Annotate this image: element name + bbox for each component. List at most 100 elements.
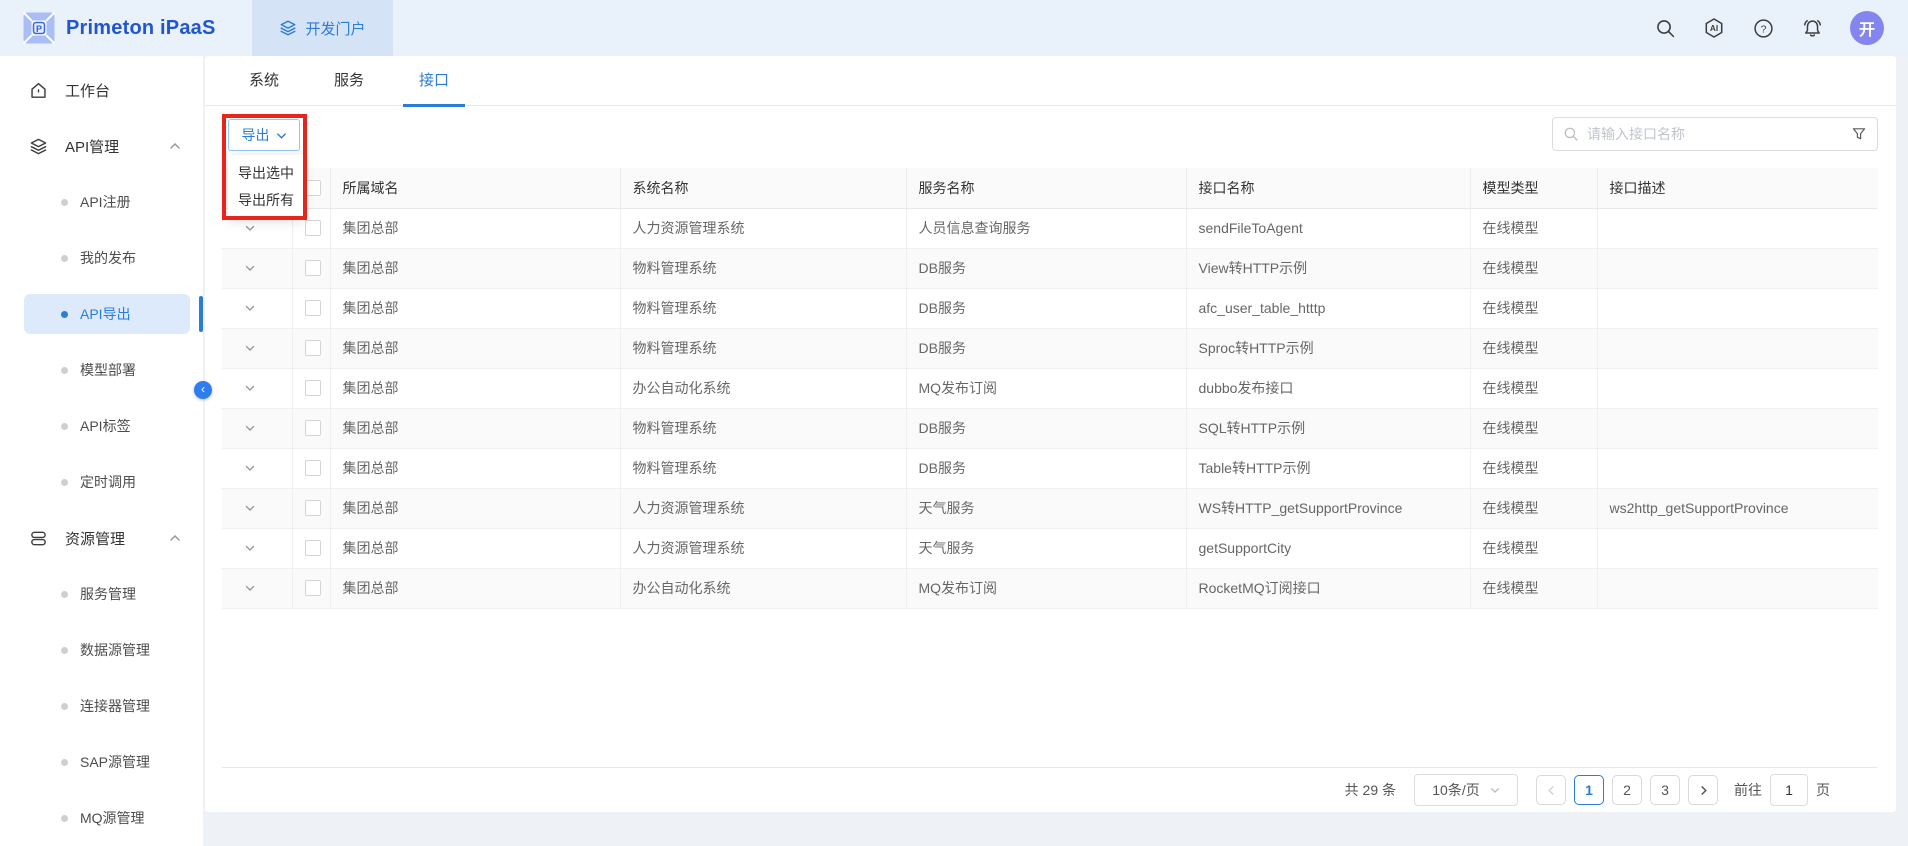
svg-text:AI: AI — [1710, 24, 1718, 33]
bullet-icon — [61, 311, 68, 318]
brand: P Primeton iPaaS — [22, 11, 216, 45]
search-icon[interactable] — [1654, 17, 1676, 39]
sidebar-item-scheduled-call[interactable]: 定时调用 — [0, 454, 203, 510]
cell-model-type: 在线模型 — [1470, 288, 1597, 328]
sidebar-item-resource-management[interactable]: 资源管理 — [0, 510, 203, 566]
row-expand-chevron-icon[interactable] — [244, 582, 292, 594]
cell-description — [1597, 408, 1878, 448]
sidebar-item-connector-management[interactable]: 连接器管理 — [0, 678, 203, 734]
table-row: 集团总部 物料管理系统 DB服务 View转HTTP示例 在线模型 — [222, 248, 1878, 288]
row-checkbox[interactable] — [305, 420, 321, 436]
ai-assistant-icon[interactable]: AI — [1703, 17, 1725, 39]
row-expand-chevron-icon[interactable] — [244, 542, 292, 554]
sidebar-item-label: 定时调用 — [80, 472, 136, 492]
interface-name-search-input[interactable] — [1587, 126, 1843, 142]
bullet-icon — [61, 591, 68, 598]
menu-item-export-all[interactable]: 导出所有 — [228, 187, 304, 214]
sidebar-item-label: API管理 — [65, 136, 119, 157]
cell-system: 办公自动化系统 — [620, 368, 906, 408]
sidebar-item-model-deploy[interactable]: 模型部署 — [0, 342, 203, 398]
page-size-select[interactable]: 10条/页 — [1414, 774, 1518, 806]
export-button[interactable]: 导出 — [228, 119, 300, 151]
sidebar-item-api-register[interactable]: API注册 — [0, 174, 203, 230]
brand-name: Primeton iPaaS — [66, 17, 216, 40]
page-button-3[interactable]: 3 — [1650, 775, 1680, 805]
help-icon[interactable]: ? — [1752, 17, 1774, 39]
tab-interface[interactable]: 接口 — [415, 56, 453, 106]
tab-service[interactable]: 服务 — [330, 56, 368, 106]
cell-system: 人力资源管理系统 — [620, 488, 906, 528]
cell-model-type: 在线模型 — [1470, 368, 1597, 408]
row-checkbox[interactable] — [305, 540, 321, 556]
sidebar-item-sap-source-management[interactable]: SAP源管理 — [0, 734, 203, 790]
sidebar-item-label: 服务管理 — [80, 584, 136, 604]
cell-model-type: 在线模型 — [1470, 208, 1597, 248]
page-button-2[interactable]: 2 — [1612, 775, 1642, 805]
row-expand-chevron-icon[interactable] — [244, 342, 292, 354]
bullet-icon — [61, 647, 68, 654]
row-expand-chevron-icon[interactable] — [244, 422, 292, 434]
row-checkbox[interactable] — [305, 500, 321, 516]
sidebar-collapse-toggle[interactable]: ‹ — [194, 381, 212, 399]
bullet-icon — [61, 367, 68, 374]
cell-description: ws2http_getSupportProvince — [1597, 488, 1878, 528]
svg-text:P: P — [36, 24, 42, 34]
row-checkbox[interactable] — [305, 380, 321, 396]
row-checkbox[interactable] — [305, 580, 321, 596]
portal-tab-dev[interactable]: 开发门户 — [252, 0, 393, 56]
sidebar-item-mq-source-management[interactable]: MQ源管理 — [0, 790, 203, 846]
user-avatar[interactable]: 开 — [1850, 11, 1884, 45]
row-expand-chevron-icon[interactable] — [244, 302, 292, 314]
row-checkbox[interactable] — [305, 300, 321, 316]
tab-system[interactable]: 系统 — [245, 56, 283, 106]
row-expand-chevron-icon[interactable] — [244, 502, 292, 514]
row-expand-chevron-icon[interactable] — [244, 382, 292, 394]
prev-page-button[interactable] — [1536, 775, 1566, 805]
sidebar-item-api-tags[interactable]: API标签 — [0, 398, 203, 454]
cell-model-type: 在线模型 — [1470, 328, 1597, 368]
content-area: 系统 服务 接口 导出 导出选中 导出所有 — [203, 56, 1908, 846]
row-checkbox[interactable] — [305, 460, 321, 476]
bullet-icon — [61, 703, 68, 710]
api-export-panel: 系统 服务 接口 导出 导出选中 导出所有 — [205, 56, 1896, 812]
layers-icon — [279, 19, 297, 37]
row-checkbox[interactable] — [305, 220, 321, 236]
page-button-1[interactable]: 1 — [1574, 775, 1604, 805]
sidebar-item-workbench[interactable]: 工作台 — [0, 62, 203, 118]
portal-tab-label: 开发门户 — [306, 18, 366, 39]
svg-text:?: ? — [1760, 23, 1766, 35]
table-row: 集团总部 物料管理系统 DB服务 Sproc转HTTP示例 在线模型 — [222, 328, 1878, 368]
sidebar-item-api-export[interactable]: API导出 — [24, 294, 190, 334]
cell-api-name: RocketMQ订阅接口 — [1186, 568, 1470, 608]
sidebar-item-my-publish[interactable]: 我的发布 — [0, 230, 203, 286]
sidebar-item-label: API导出 — [80, 304, 131, 324]
cell-service: MQ发布订阅 — [906, 568, 1186, 608]
row-checkbox[interactable] — [305, 260, 321, 276]
sidebar-item-datasource-management[interactable]: 数据源管理 — [0, 622, 203, 678]
select-all-checkbox[interactable] — [305, 180, 321, 196]
row-expand-chevron-icon[interactable] — [244, 222, 292, 234]
chevron-up-icon — [169, 140, 181, 152]
layers-icon — [29, 137, 48, 156]
cell-system: 物料管理系统 — [620, 448, 906, 488]
row-checkbox[interactable] — [305, 340, 321, 356]
row-expand-chevron-icon[interactable] — [244, 262, 292, 274]
row-expand-chevron-icon[interactable] — [244, 462, 292, 474]
next-page-button[interactable] — [1688, 775, 1718, 805]
sidebar-item-label: 模型部署 — [80, 360, 136, 380]
menu-item-export-selected[interactable]: 导出选中 — [228, 160, 304, 187]
table-row: 集团总部 物料管理系统 DB服务 SQL转HTTP示例 在线模型 — [222, 408, 1878, 448]
cell-service: 人员信息查询服务 — [906, 208, 1186, 248]
cell-domain: 集团总部 — [330, 528, 620, 568]
sidebar-item-api-management[interactable]: API管理 — [0, 118, 203, 174]
goto-page-input[interactable] — [1770, 774, 1808, 806]
cell-service: DB服务 — [906, 408, 1186, 448]
filter-funnel-icon[interactable] — [1851, 126, 1867, 142]
column-header-domain: 所属域名 — [330, 168, 620, 208]
cell-service: DB服务 — [906, 328, 1186, 368]
sidebar-item-service-management[interactable]: 服务管理 — [0, 566, 203, 622]
sidebar-item-label: MQ源管理 — [80, 808, 145, 828]
chevron-down-icon — [276, 130, 287, 141]
notifications-bell-icon[interactable] — [1801, 17, 1823, 39]
cell-system: 人力资源管理系统 — [620, 208, 906, 248]
